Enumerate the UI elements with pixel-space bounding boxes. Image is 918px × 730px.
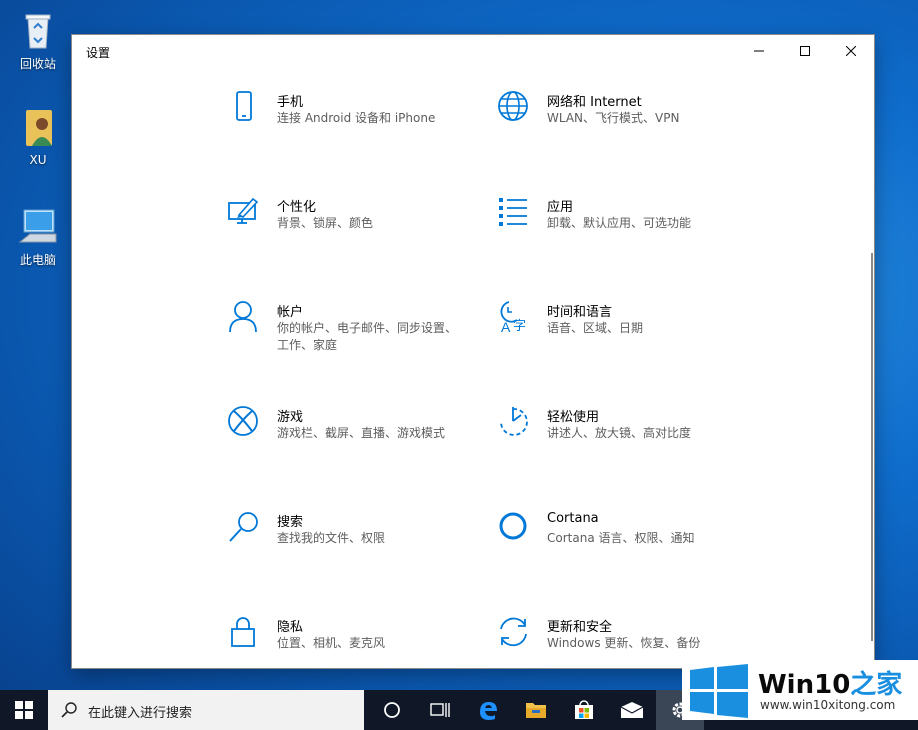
settings-item-name: 搜索 <box>277 515 304 530</box>
settings-item-name: 更新和安全 <box>547 620 613 635</box>
start-button[interactable] <box>0 690 48 730</box>
settings-item-name: 应用 <box>547 200 574 215</box>
settings-item-name: 手机 <box>277 95 304 110</box>
scrollbar[interactable] <box>871 253 873 641</box>
apps-list-icon <box>499 198 527 226</box>
desktop-icon-label: XU <box>29 153 47 167</box>
watermark-brand-prefix: Win10 <box>758 670 851 700</box>
settings-item-desc: 语音、区域、日期 <box>547 321 644 335</box>
settings-item-time-language[interactable]: A 字 时间和语言 语音、区域、日期 <box>497 300 747 370</box>
settings-item-name: 网络和 Internet <box>547 95 642 110</box>
settings-item-name: Cortana <box>547 511 599 526</box>
search-icon <box>229 512 258 542</box>
settings-item-ease-of-access[interactable]: 轻松使用 讲述人、放大镜、高对比度 <box>497 405 747 475</box>
file-explorer-icon <box>526 703 546 718</box>
task-view-button[interactable] <box>416 690 464 730</box>
edge-button[interactable] <box>464 690 512 730</box>
minimize-icon <box>754 50 764 52</box>
mail-icon <box>620 702 644 718</box>
desktop-icon-this-pc[interactable]: 此电脑 <box>8 204 68 268</box>
close-button[interactable] <box>828 35 874 67</box>
search-placeholder: 在此键入进行搜索 <box>88 706 193 721</box>
settings-item-desc: 背景、锁屏、颜色 <box>277 216 374 230</box>
watermark-brand-suffix: 之家 <box>850 670 903 700</box>
desktop: { "desktop": { "icons": [ {"label": "回收站… <box>0 0 918 730</box>
settings-item-cortana[interactable]: Cortana Cortana 语言、权限、通知 <box>497 510 747 580</box>
settings-item-desc: 查找我的文件、权限 <box>277 531 386 545</box>
globe-icon <box>498 91 528 121</box>
settings-item-name: 时间和语言 <box>547 305 613 320</box>
desktop-icon-label: 此电脑 <box>19 253 56 267</box>
task-view-icon <box>430 703 450 717</box>
mail-button[interactable] <box>608 690 656 730</box>
search-icon <box>61 702 77 718</box>
title-bar[interactable]: 设置 <box>72 35 874 69</box>
time-language-icon: A 字 <box>500 301 526 334</box>
desktop-icon-label: 回收站 <box>19 57 56 71</box>
settings-window: 设置 手机 连接 Android 设备和 iPhone 网络和 Internet… <box>72 35 874 668</box>
this-pc-icon <box>18 209 57 243</box>
update-icon <box>500 617 527 647</box>
maximize-button[interactable] <box>782 35 828 67</box>
desktop-icon-user-folder[interactable]: XU <box>8 106 68 167</box>
settings-item-name: 隐私 <box>277 620 304 635</box>
taskbar-search-input[interactable]: 在此键入进行搜索 <box>48 690 364 730</box>
settings-item-desc: Cortana 语言、权限、通知 <box>547 531 695 545</box>
cortana-button[interactable] <box>368 690 416 730</box>
cortana-circle-icon <box>384 702 400 718</box>
account-icon <box>229 301 257 333</box>
svg-text:字: 字 <box>513 319 526 334</box>
start-icon <box>15 701 33 719</box>
windows-logo-icon <box>690 664 748 718</box>
settings-item-desc: 你的帐户、电子邮件、同步设置、工作、家庭 <box>277 321 458 352</box>
edge-icon <box>480 702 497 720</box>
maximize-icon <box>800 46 810 56</box>
desktop-icon-recycle-bin[interactable]: 回收站 <box>8 8 68 72</box>
settings-item-personalization[interactable]: 个性化 背景、锁屏、颜色 <box>227 195 477 265</box>
watermark-url: www.win10xitong.com <box>760 698 896 712</box>
watermark: Win10之家 www.win10xitong.com <box>682 660 918 720</box>
settings-item-privacy[interactable]: 隐私 位置、相机、麦克风 <box>227 615 477 685</box>
settings-item-desc: WLAN、飞行模式、VPN <box>547 111 680 125</box>
personalization-icon <box>228 197 259 224</box>
settings-item-phone[interactable]: 手机 连接 Android 设备和 iPhone <box>227 90 477 160</box>
settings-item-gaming[interactable]: 游戏 游戏栏、截屏、直播、游戏模式 <box>227 405 477 475</box>
settings-item-desc: 游戏栏、截屏、直播、游戏模式 <box>277 426 446 440</box>
settings-item-name: 个性化 <box>277 200 317 215</box>
lock-icon <box>231 617 255 647</box>
phone-icon <box>236 91 252 121</box>
settings-item-accounts[interactable]: 帐户 你的帐户、电子邮件、同步设置、工作、家庭 <box>227 300 477 370</box>
settings-item-name: 游戏 <box>277 410 304 425</box>
settings-item-desc: 卸载、默认应用、可选功能 <box>547 216 692 230</box>
settings-item-apps[interactable]: 应用 卸载、默认应用、可选功能 <box>497 195 747 265</box>
watermark-brand: Win10之家 <box>758 664 902 701</box>
settings-item-desc: 讲述人、放大镜、高对比度 <box>547 426 692 440</box>
window-title: 设置 <box>86 46 111 60</box>
store-icon <box>575 700 593 719</box>
settings-item-desc: 位置、相机、麦克风 <box>277 636 386 650</box>
recycle-bin-icon <box>25 14 51 49</box>
settings-item-desc: Windows 更新、恢复、备份 <box>547 636 701 650</box>
close-icon <box>846 46 856 56</box>
store-button[interactable] <box>560 690 608 730</box>
settings-item-name: 轻松使用 <box>547 410 600 425</box>
minimize-button[interactable] <box>736 35 782 67</box>
settings-item-name: 帐户 <box>277 305 304 320</box>
ease-of-access-icon <box>500 407 528 436</box>
settings-item-network[interactable]: 网络和 Internet WLAN、飞行模式、VPN <box>497 90 747 160</box>
file-explorer-button[interactable] <box>512 690 560 730</box>
svg-text:A: A <box>501 319 511 334</box>
cortana-icon <box>499 512 527 540</box>
settings-item-desc: 连接 Android 设备和 iPhone <box>277 111 436 125</box>
user-folder-icon <box>26 110 52 146</box>
settings-item-search[interactable]: 搜索 查找我的文件、权限 <box>227 510 477 580</box>
xbox-icon <box>228 406 258 436</box>
